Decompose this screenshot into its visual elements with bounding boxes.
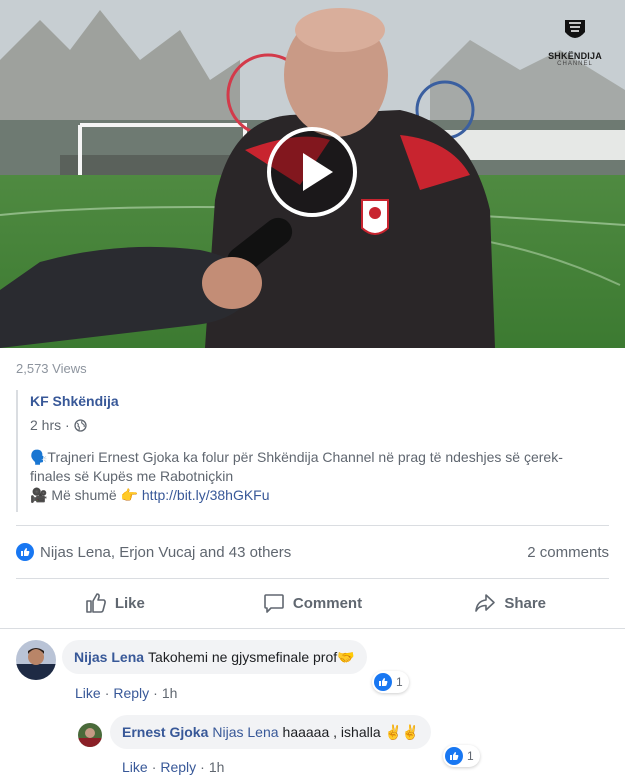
post-text-line-2: finales së Kupës me Rabotniçkin — [30, 468, 234, 484]
shield-logo-icon — [565, 20, 585, 38]
comment-actions: Like · Reply · 1h — [122, 759, 225, 775]
like-reaction-icon[interactable] — [16, 543, 34, 561]
divider — [16, 525, 609, 526]
comment-bubble: Nijas Lena Takohemi ne gjysmefinale prof🤝 — [62, 640, 367, 674]
comment-like-link[interactable]: Like — [122, 759, 148, 775]
comment-text: haaaaa , ishalla ✌️✌️ — [282, 724, 420, 740]
comment-author[interactable]: Nijas Lena — [74, 649, 144, 665]
reactions-summary: Nijas Lena, Erjon Vucaj and 43 others 2 … — [16, 540, 609, 564]
globe-icon — [74, 418, 87, 432]
comment-time[interactable]: 1h — [162, 685, 178, 701]
play-icon — [303, 153, 333, 191]
post-text-line-1: 🗣️Trajneri Ernest Gjoka ka folur për Shk… — [30, 449, 563, 465]
post-link[interactable]: http://bit.ly/38hGKFu — [142, 487, 270, 503]
channel-logo: SHKËNDIJA CHANNEL — [545, 18, 605, 70]
post-text: 🗣️Trajneri Ernest Gjoka ka folur për Shk… — [30, 448, 609, 505]
comment-reaction-count[interactable]: 1 — [372, 671, 409, 693]
divider — [16, 578, 609, 579]
comment: Nijas Lena Takohemi ne gjysmefinale prof🤝 — [16, 640, 367, 680]
reaction-names[interactable]: Nijas Lena, Erjon Vucaj and 43 others — [40, 544, 291, 561]
mention-link[interactable]: Nijas Lena — [212, 724, 278, 740]
share-icon — [475, 594, 496, 612]
avatar[interactable] — [16, 640, 56, 680]
comment-icon — [264, 594, 284, 613]
play-button[interactable] — [267, 127, 357, 217]
post-meta: 2 hrs · — [30, 417, 609, 433]
avatar[interactable] — [78, 723, 102, 747]
comment-actions: Like · Reply · 1h — [75, 685, 178, 701]
channel-logo-name: SHKËNDIJA — [548, 51, 602, 61]
divider — [0, 628, 625, 629]
page-name-link[interactable]: KF Shkëndija — [30, 393, 119, 409]
share-button-label: Share — [504, 594, 547, 612]
reaction-number: 1 — [396, 675, 403, 689]
comment-reaction-count[interactable]: 1 — [443, 745, 480, 767]
comment-reply-link[interactable]: Reply — [160, 759, 196, 775]
shared-post: KF Shkëndija 2 hrs · 🗣️Trajneri Ernest G… — [16, 390, 609, 512]
reply-comment: Ernest Gjoka Nijas Lena haaaaa , ishalla ✌… — [78, 715, 432, 749]
channel-logo-sub: CHANNEL — [557, 61, 593, 67]
like-button[interactable]: Like — [16, 585, 214, 621]
comment-author[interactable]: Ernest Gjoka — [122, 724, 208, 740]
share-button[interactable]: Share — [411, 585, 609, 621]
video-player[interactable]: SHKËNDIJA CHANNEL — [0, 0, 625, 348]
comment-count[interactable]: 2 comments — [527, 544, 609, 561]
comment-button[interactable]: Comment — [214, 585, 412, 621]
comment-like-link[interactable]: Like — [75, 685, 101, 701]
comment-reply-link[interactable]: Reply — [113, 685, 149, 701]
post-text-line-3: 🎥 Më shumë 👉 http://bit.ly/38hGKFu — [30, 486, 609, 505]
like-reaction-icon — [374, 673, 392, 691]
comment-bubble: Ernest Gjoka Nijas Lena haaaaa , ishalla ✌… — [110, 715, 432, 749]
like-reaction-icon — [445, 747, 463, 765]
comment-button-label: Comment — [292, 594, 363, 612]
post-actions: Like Comment Share — [16, 585, 609, 621]
reaction-number: 1 — [467, 749, 474, 763]
view-count: 2,573 Views — [16, 361, 87, 376]
more-prefix: 🎥 Më shumë 👉 — [30, 487, 142, 503]
comment-text: Takohemi ne gjysmefinale prof🤝 — [148, 649, 355, 665]
comment-time[interactable]: 1h — [209, 759, 225, 775]
thumbs-up-icon — [86, 593, 106, 613]
post-time[interactable]: 2 hrs · — [30, 417, 70, 433]
like-button-label: Like — [114, 594, 145, 612]
